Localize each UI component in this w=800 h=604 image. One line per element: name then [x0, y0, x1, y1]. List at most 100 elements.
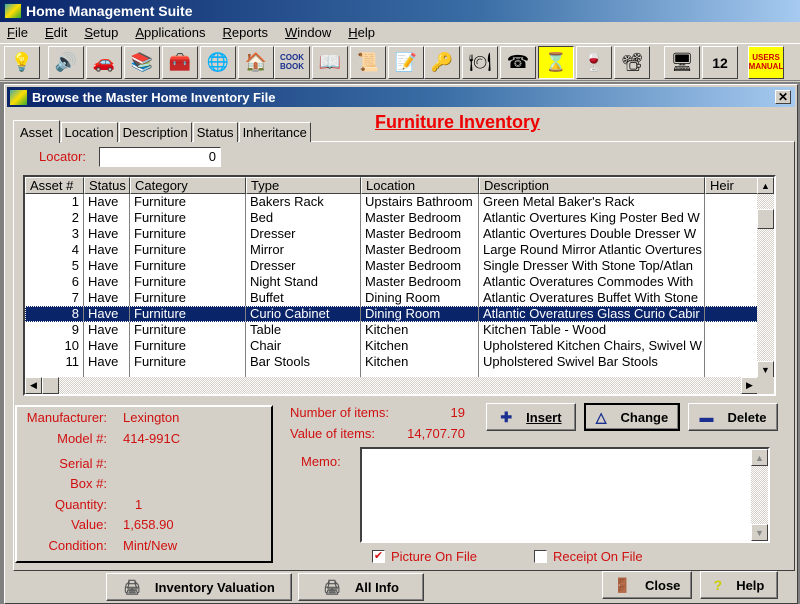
- cell-heir: [705, 226, 758, 242]
- checkbox-unchecked-icon[interactable]: [534, 550, 547, 563]
- picture-on-file-label: Picture On File: [391, 549, 477, 564]
- receipt-on-file-checkbox[interactable]: Receipt On File: [534, 549, 643, 564]
- books-icon[interactable]: 📚: [124, 46, 160, 79]
- cell-description: Atlantic Overtures Double Dresser W: [479, 226, 705, 242]
- cell-asset: 11: [25, 354, 84, 370]
- vertical-scroll-thumb[interactable]: [757, 209, 774, 229]
- cell-location: Dining Room: [361, 306, 479, 322]
- menu-help[interactable]: Help: [341, 25, 385, 40]
- close-icon[interactable]: ✕: [775, 90, 791, 104]
- vertical-scrollbar[interactable]: ▲ ▼: [757, 177, 774, 378]
- close-button[interactable]: 🚪 Close: [602, 571, 692, 599]
- horizontal-scrollbar[interactable]: ◀ ▶: [25, 377, 758, 394]
- cell-location: Kitchen: [361, 338, 479, 354]
- delete-button[interactable]: ▬ Delete: [688, 403, 778, 431]
- tab-description[interactable]: Description: [118, 122, 192, 142]
- column-header-heir[interactable]: Heir: [705, 177, 758, 194]
- globe-icon[interactable]: 🌐: [200, 46, 236, 79]
- table-row[interactable]: 11 Have Furniture Bar Stools Kitchen Upholste…: [25, 354, 758, 370]
- item-count-label: Number of items:: [290, 405, 389, 420]
- menu-file[interactable]: File: [0, 25, 38, 40]
- column-header-location[interactable]: Location: [361, 177, 479, 194]
- insert-button[interactable]: ✚ Insert: [486, 403, 576, 431]
- serving-tray-icon[interactable]: 🍽: [462, 46, 498, 79]
- memo-scroll-down-icon[interactable]: ▼: [751, 524, 768, 541]
- calendar-icon[interactable]: 12: [702, 46, 738, 79]
- table-row[interactable]: 9 Have Furniture Table Kitchen Kitchen Table …: [25, 322, 758, 338]
- speaker-icon[interactable]: 🔊: [48, 46, 84, 79]
- all-info-button[interactable]: 🖨 All Info: [298, 573, 424, 601]
- table-row[interactable]: 4 Have Furniture Mirror Master Bedroom Large …: [25, 242, 758, 258]
- column-header-status[interactable]: Status: [84, 177, 130, 194]
- memo-textarea[interactable]: ▲ ▼: [360, 447, 770, 543]
- projector-icon[interactable]: 📽: [614, 46, 650, 79]
- scroll-icon[interactable]: 📜: [350, 46, 386, 79]
- cookbook-icon[interactable]: COOK BOOK: [274, 46, 310, 79]
- cell-category: Furniture: [130, 290, 246, 306]
- column-header-description[interactable]: Description: [479, 177, 705, 194]
- cell-status: Have: [84, 322, 130, 338]
- table-row[interactable]: 8 Have Furniture Curio Cabinet Dining Room At…: [25, 306, 758, 322]
- printer-icon: 🖨: [323, 578, 341, 595]
- scroll-down-icon[interactable]: ▼: [757, 361, 774, 378]
- scroll-right-icon[interactable]: ▶: [741, 377, 758, 394]
- cell-asset: 4: [25, 242, 84, 258]
- key-icon[interactable]: 🔑: [424, 46, 460, 79]
- tab-status[interactable]: Status: [192, 122, 238, 142]
- menu-edit[interactable]: Edit: [38, 25, 77, 40]
- table-row[interactable]: 1 Have Furniture Bakers Rack Upstairs Bathro…: [25, 194, 758, 210]
- cell-location: Master Bedroom: [361, 242, 479, 258]
- notepad-icon[interactable]: 📝: [388, 46, 424, 79]
- cell-heir: [705, 306, 758, 322]
- inventory-valuation-button[interactable]: 🖨 Inventory Valuation: [106, 573, 292, 601]
- cell-location: Master Bedroom: [361, 274, 479, 290]
- table-row[interactable]: 10 Have Furniture Chair Kitchen Upholstered K…: [25, 338, 758, 354]
- cell-status: Have: [84, 242, 130, 258]
- cell-type: Table: [246, 322, 361, 338]
- wine-icon[interactable]: 🍷: [576, 46, 612, 79]
- memo-scrollbar[interactable]: ▲ ▼: [751, 449, 768, 541]
- scroll-left-icon[interactable]: ◀: [25, 377, 42, 394]
- column-header-type[interactable]: Type: [246, 177, 361, 194]
- picture-on-file-checkbox[interactable]: ✔ Picture On File: [372, 549, 477, 564]
- table-row[interactable]: 5 Have Furniture Dresser Master Bedroom Singl…: [25, 258, 758, 274]
- menu-setup[interactable]: Setup: [77, 25, 128, 40]
- chest-icon[interactable]: 🧰: [162, 46, 198, 79]
- scroll-up-icon[interactable]: ▲: [757, 177, 774, 194]
- menu-applications[interactable]: Applications: [128, 25, 215, 40]
- table-row[interactable]: 3 Have Furniture Dresser Master Bedroom Atlan…: [25, 226, 758, 242]
- table-row[interactable]: 7 Have Furniture Buffet Dining Room Atlantic …: [25, 290, 758, 306]
- change-button[interactable]: △ Change: [584, 403, 680, 431]
- table-row[interactable]: 6 Have Furniture Night Stand Master Bedroom A…: [25, 274, 758, 290]
- triangle-icon: △: [595, 408, 607, 425]
- car-icon[interactable]: 🚗: [86, 46, 122, 79]
- memo-scroll-up-icon[interactable]: ▲: [751, 449, 768, 466]
- menu-window[interactable]: Window: [278, 25, 341, 40]
- app-title: Home Management Suite: [26, 3, 193, 19]
- tab-inheritance[interactable]: Inheritance: [238, 122, 311, 142]
- hourglass-icon[interactable]: ⌛: [538, 46, 574, 79]
- cell-asset: 10: [25, 338, 84, 354]
- cell-location: Kitchen: [361, 322, 479, 338]
- column-header-category[interactable]: Category: [130, 177, 246, 194]
- help-button[interactable]: ? Help: [700, 571, 778, 599]
- users-manual-icon[interactable]: USERS MANUAL: [748, 46, 784, 79]
- detail-value: Mint/New: [123, 538, 178, 553]
- computer-icon[interactable]: 🖥: [664, 46, 700, 79]
- lightbulb-icon[interactable]: 💡: [4, 46, 40, 79]
- horizontal-scroll-thumb[interactable]: [42, 377, 59, 394]
- locator-input[interactable]: 0: [99, 147, 221, 167]
- tab-asset[interactable]: Asset: [13, 120, 60, 143]
- cell-description: Atlantic Overtures King Poster Bed W: [479, 210, 705, 226]
- menu-reports[interactable]: Reports: [215, 25, 278, 40]
- telephone-icon[interactable]: ☎: [500, 46, 536, 79]
- grid-header: Asset # Status Category Type Location Descrip…: [25, 177, 758, 194]
- column-header-asset[interactable]: Asset #: [25, 177, 84, 194]
- checkbox-checked-icon[interactable]: ✔: [372, 550, 385, 563]
- house-icon[interactable]: 🏠: [238, 46, 274, 79]
- open-book-icon[interactable]: 📖: [312, 46, 348, 79]
- cell-category: Furniture: [130, 306, 246, 322]
- minus-icon: ▬: [699, 409, 714, 425]
- table-row[interactable]: 2 Have Furniture Bed Master Bedroom Atlantic …: [25, 210, 758, 226]
- tab-location[interactable]: Location: [60, 122, 118, 142]
